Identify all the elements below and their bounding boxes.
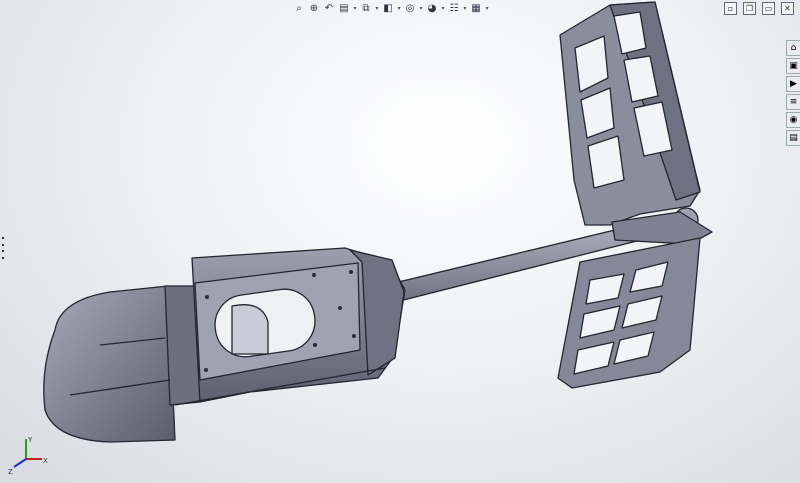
restore-icon[interactable]: ▭	[762, 2, 775, 15]
triad-z-label: Z	[8, 468, 13, 476]
view-palette-tab-icon[interactable]: ≡	[786, 94, 800, 110]
previous-view-icon[interactable]: ↶	[322, 1, 336, 15]
dropdown-arrow-icon[interactable]: ▾	[352, 1, 358, 15]
dropdown-arrow-icon[interactable]: ▾	[418, 1, 424, 15]
section-view-icon[interactable]: ▤	[337, 1, 351, 15]
appearances-tab-icon[interactable]: ◉	[786, 112, 800, 128]
panel-grip-handle[interactable]	[0, 235, 5, 261]
zoom-to-area-icon[interactable]: ⊕	[307, 1, 321, 15]
zoom-to-fit-icon[interactable]: ⌕	[292, 1, 306, 15]
dropdown-arrow-icon[interactable]: ▾	[396, 1, 402, 15]
file-explorer-tab-icon[interactable]: ▶	[786, 76, 800, 92]
minimize-icon[interactable]: ▫	[724, 2, 737, 15]
horizontal-stabilizer	[557, 237, 701, 389]
tile-icon[interactable]: ❐	[743, 2, 756, 15]
dropdown-arrow-icon[interactable]: ▾	[462, 1, 468, 15]
heads-up-view-toolbar: ⌕ ⊕ ↶ ▤ ▾ ⧉ ▾ ◧ ▾ ◎ ▾ ◕ ▾ ☷ ▾ ▦ ▾	[292, 0, 490, 16]
dropdown-arrow-icon[interactable]: ▾	[374, 1, 380, 15]
custom-properties-tab-icon[interactable]: ▤	[786, 130, 800, 146]
hide-show-items-icon[interactable]: ◎	[403, 1, 417, 15]
vertical-fin	[559, 1, 701, 226]
display-style-icon[interactable]: ◧	[381, 1, 395, 15]
design-library-tab-icon[interactable]: ▣	[786, 58, 800, 74]
dropdown-arrow-icon[interactable]: ▾	[440, 1, 446, 15]
view-orientation-icon[interactable]: ⧉	[359, 1, 373, 15]
resources-tab-icon[interactable]: ⌂	[786, 40, 800, 56]
close-icon[interactable]: ✕	[781, 2, 794, 15]
apply-scene-icon[interactable]: ☷	[447, 1, 461, 15]
triad-x-label: X	[43, 457, 48, 465]
dropdown-arrow-icon[interactable]: ▾	[484, 1, 490, 15]
model-3d-view[interactable]	[0, 0, 800, 483]
view-settings-icon[interactable]: ▦	[469, 1, 483, 15]
triad-y-label: Y	[27, 436, 33, 444]
main-body	[43, 247, 406, 443]
window-controls: ▫ ❐ ▭ ✕	[724, 2, 794, 15]
edit-appearance-icon[interactable]: ◕	[425, 1, 439, 15]
reference-triad: Y X Z	[8, 436, 48, 476]
task-pane-tabs: ⌂ ▣ ▶ ≡ ◉ ▤	[786, 40, 800, 146]
graphics-area[interactable]: Y X Z	[0, 0, 800, 483]
